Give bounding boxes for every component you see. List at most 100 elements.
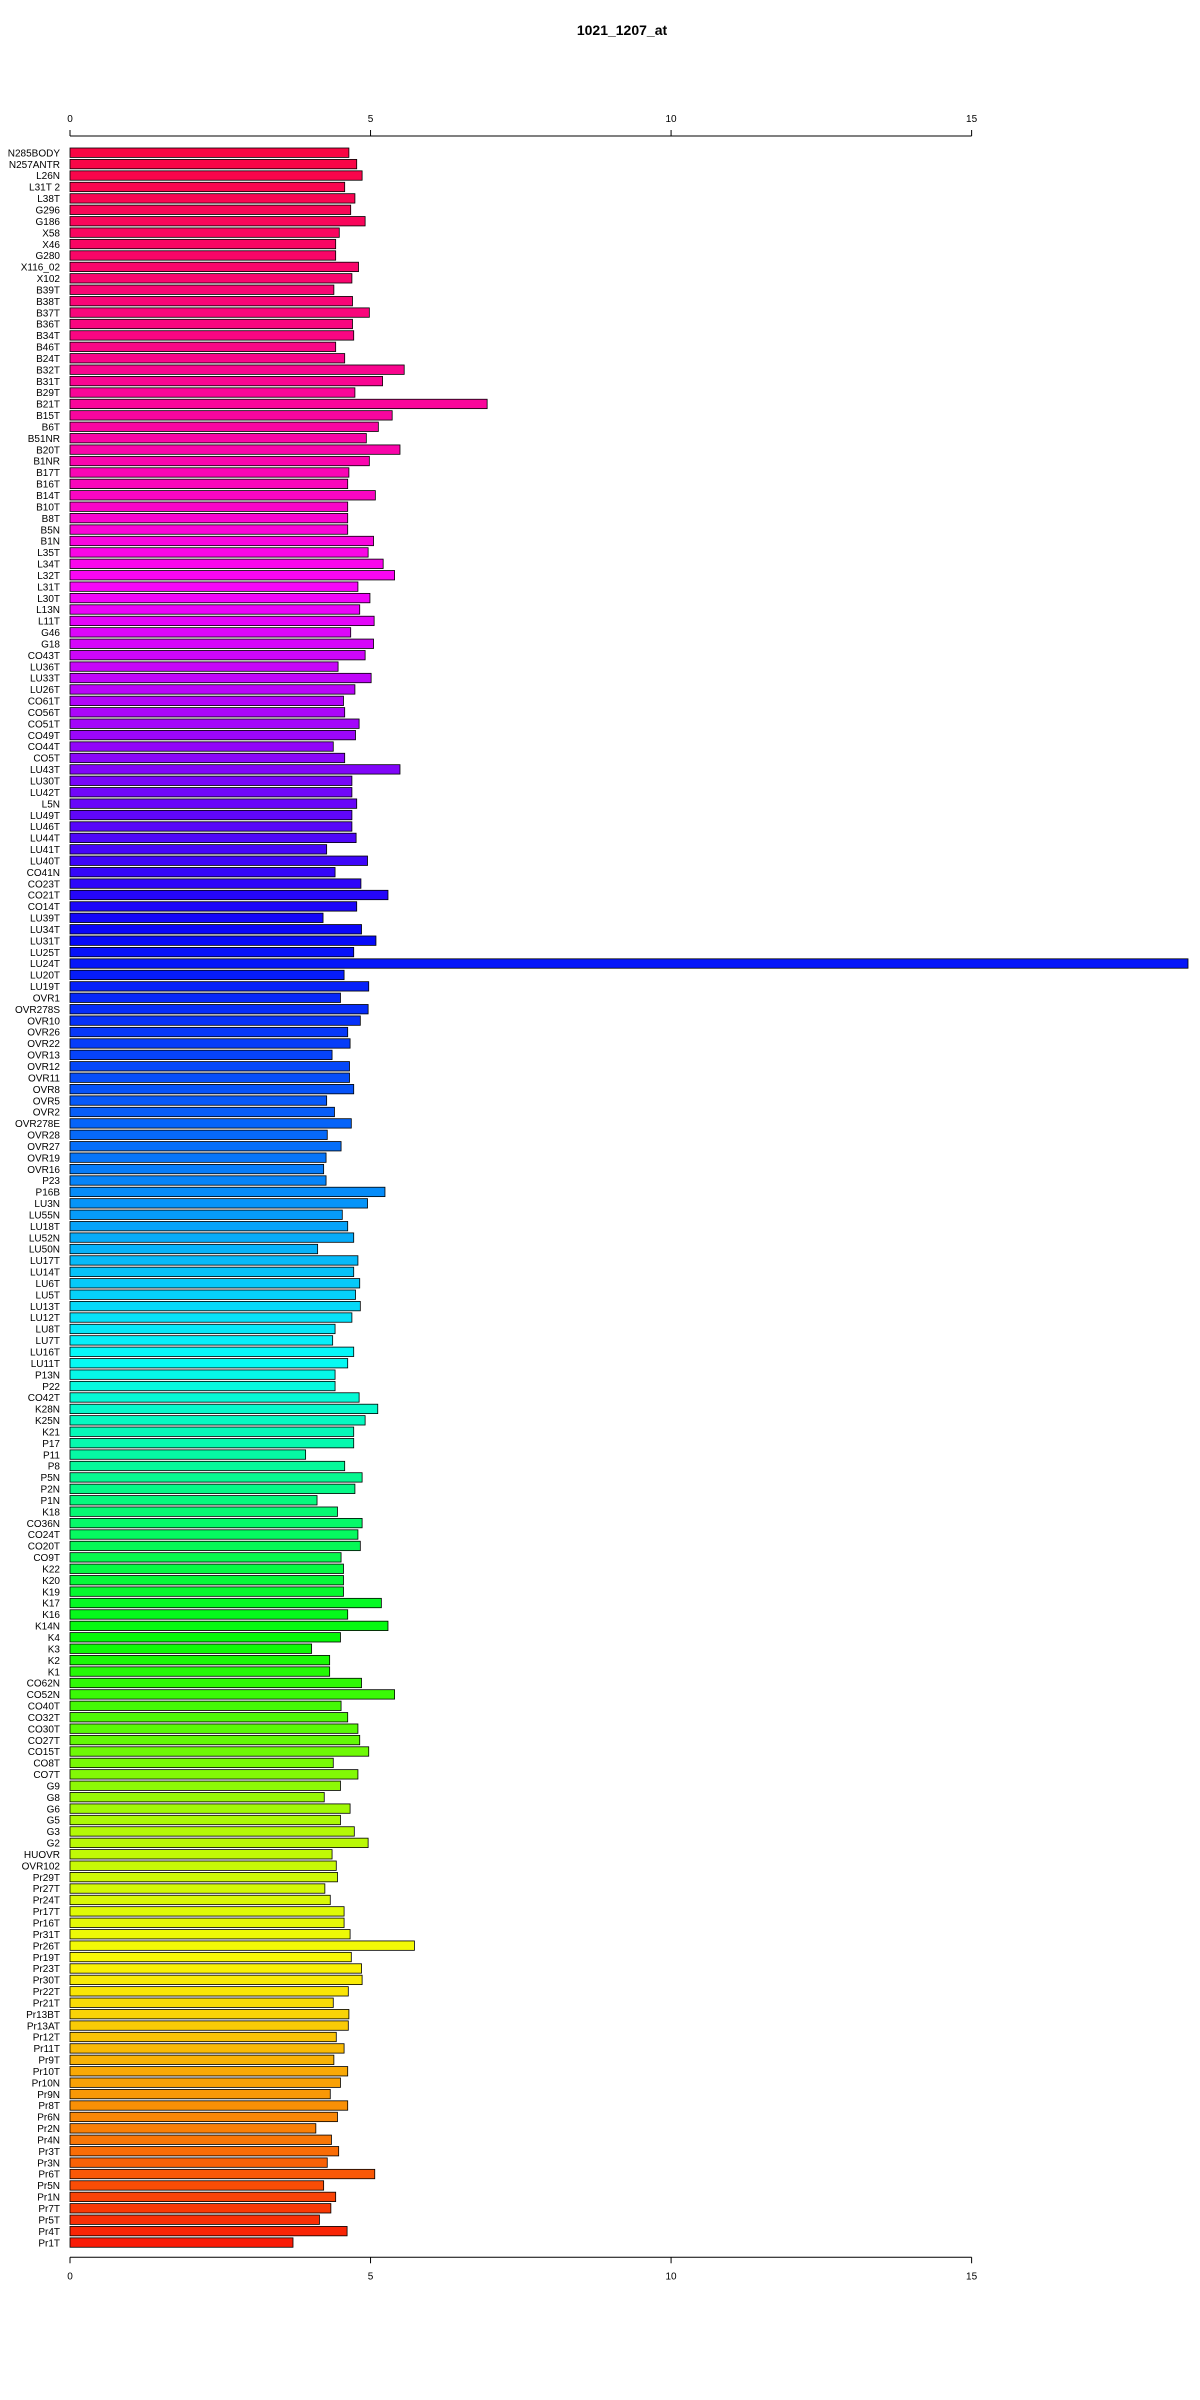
bar xyxy=(69,764,401,775)
category-label: OVR22 xyxy=(27,1039,60,1050)
category-label: G3 xyxy=(47,1827,61,1838)
category-label: N257ANTR xyxy=(9,160,60,171)
bar xyxy=(69,1004,369,1015)
category-label: OVR11 xyxy=(28,1073,60,1084)
category-label: B6T xyxy=(42,422,60,433)
bar xyxy=(69,410,393,421)
category-label: OVR28 xyxy=(27,1131,60,1142)
category-label: K21 xyxy=(42,1427,60,1438)
bar xyxy=(69,284,335,295)
bar xyxy=(69,672,372,684)
bar xyxy=(69,1540,361,1552)
bar xyxy=(69,1586,344,1597)
bar xyxy=(69,1643,313,1654)
category-label: X58 xyxy=(42,228,60,239)
bar xyxy=(69,1723,359,1734)
category-label: G2 xyxy=(47,1839,61,1850)
category-label: L11T xyxy=(38,617,60,628)
bar xyxy=(69,1666,331,1677)
tick-label: 15 xyxy=(966,2271,978,2282)
category-label: Pr5T xyxy=(38,2215,60,2226)
category-label: LU43T xyxy=(30,765,60,776)
category-label: LU8T xyxy=(36,1325,60,1336)
bar xyxy=(69,353,346,364)
bar xyxy=(69,2066,349,2077)
category-label: LU46T xyxy=(30,822,60,833)
category-label: HUOVR xyxy=(24,1850,60,1861)
bar xyxy=(69,1061,350,1072)
category-label: P8 xyxy=(48,1462,61,1473)
category-label: B39T xyxy=(36,285,60,296)
category-label: Pr6N xyxy=(37,2113,60,2124)
category-label: B31T xyxy=(36,377,60,388)
category-label: Pr10N xyxy=(32,2078,60,2089)
category-label: Pr4N xyxy=(37,2135,60,2146)
category-label: LU36T xyxy=(30,662,60,673)
bar xyxy=(69,798,358,809)
category-label: B24T xyxy=(36,354,60,365)
bar xyxy=(69,1152,327,1163)
category-label: B10T xyxy=(36,502,60,513)
category-label: B38T xyxy=(36,297,60,308)
category-label: LU17T xyxy=(30,1256,60,1267)
bar xyxy=(69,1563,344,1574)
bar xyxy=(69,273,353,284)
bar xyxy=(69,924,362,935)
category-label: OVR1 xyxy=(33,993,61,1004)
bar xyxy=(69,1951,352,1963)
category-label: CO24T xyxy=(28,1530,60,1541)
bar xyxy=(69,341,337,352)
bar xyxy=(69,1266,355,1277)
bar xyxy=(69,2054,335,2065)
bar xyxy=(69,1038,351,1049)
category-label: P13N xyxy=(35,1370,60,1381)
bar xyxy=(69,398,488,410)
category-label: Pr13AT xyxy=(27,2021,60,2032)
bar xyxy=(69,592,371,604)
bar xyxy=(69,467,350,478)
category-label: Pr30T xyxy=(33,1976,60,1987)
category-label: B17T xyxy=(36,468,60,479)
bar xyxy=(69,1438,355,1449)
category-label: Pr22T xyxy=(33,1987,60,1998)
bar xyxy=(69,1837,369,1848)
bar xyxy=(69,1929,351,1940)
category-label: Pr4T xyxy=(38,2227,60,2238)
category-label: Pr8T xyxy=(38,2101,60,2112)
bar xyxy=(69,1609,349,1620)
bar xyxy=(69,1518,363,1529)
category-label: B29T xyxy=(36,388,60,399)
category-label: G46 xyxy=(41,628,60,639)
bar xyxy=(69,1769,359,1780)
category-label: B34T xyxy=(36,331,60,342)
category-label: LU50N xyxy=(29,1245,60,1256)
category-label: K4 xyxy=(48,1633,61,1644)
bar xyxy=(69,1118,352,1129)
category-label: Pr2N xyxy=(37,2124,60,2135)
bar xyxy=(69,1792,325,1803)
bar xyxy=(69,1209,343,1220)
category-label: B46T xyxy=(36,343,60,354)
bar xyxy=(69,1221,349,1232)
bar xyxy=(69,1712,349,1723)
category-label: B36T xyxy=(36,320,60,331)
category-label: CO7T xyxy=(33,1770,60,1781)
bar xyxy=(69,2146,340,2157)
category-label: P2N xyxy=(41,1485,60,1496)
bar xyxy=(69,238,337,250)
bar xyxy=(69,204,352,215)
bar xyxy=(69,1655,331,1666)
bar xyxy=(69,1506,338,1517)
category-label: B5N xyxy=(41,525,60,536)
bar xyxy=(69,638,374,649)
bar xyxy=(69,261,359,273)
bar xyxy=(69,2203,332,2214)
bar xyxy=(69,2100,349,2111)
category-label: K25N xyxy=(35,1416,60,1427)
bar xyxy=(69,1826,355,1837)
bar xyxy=(69,684,356,695)
category-label: CO51T xyxy=(28,719,60,730)
category-label: K3 xyxy=(48,1644,61,1655)
bar xyxy=(69,2214,320,2225)
bar xyxy=(69,1323,336,1335)
